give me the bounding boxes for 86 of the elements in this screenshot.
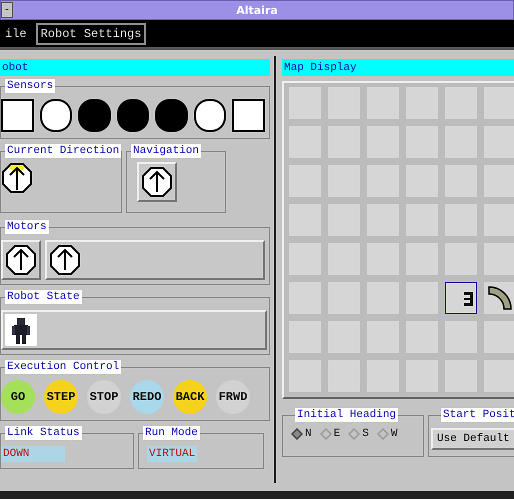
map-cell [445, 165, 477, 197]
map-cell [445, 360, 477, 392]
map-cell [484, 243, 514, 275]
group-label: Execution Control [5, 360, 122, 374]
map-cell [445, 321, 477, 353]
execution-button[interactable]: REDO [130, 380, 164, 414]
map-cell [328, 321, 360, 353]
group-label: Motors [5, 220, 49, 234]
menu-item[interactable]: ile [0, 22, 32, 44]
panel-header: obot [0, 59, 270, 76]
map-cell [367, 243, 399, 275]
map-cell [406, 243, 438, 275]
radio-icon [291, 428, 303, 440]
map-cell [445, 126, 477, 158]
map-cell [406, 126, 438, 158]
group-label: Link Status [5, 426, 82, 440]
window-menu-button[interactable]: - [1, 2, 13, 18]
compass-icon [1, 162, 33, 194]
map-cell [484, 321, 514, 353]
window-title: Altaira [236, 4, 278, 16]
menu-item[interactable]: Robot Settings [36, 22, 146, 44]
up-arrow-icon [5, 244, 37, 276]
map-cell [445, 243, 477, 275]
map-cell [328, 243, 360, 275]
link-status-value: DOWN [1, 446, 65, 462]
radio-icon [348, 428, 360, 440]
group-label: Run Mode [143, 426, 200, 440]
map-cell [328, 360, 360, 392]
execution-button[interactable]: STEP [44, 380, 78, 414]
map-cell [328, 87, 360, 119]
group-label: Sensors [5, 79, 56, 93]
map-cell [367, 87, 399, 119]
map-cell [328, 282, 360, 314]
heading-radio[interactable]: W [376, 428, 398, 440]
execution-button[interactable]: BACK [173, 380, 207, 414]
map-cell [328, 165, 360, 197]
motor-button[interactable] [45, 240, 265, 280]
map-cell [367, 126, 399, 158]
execution-button[interactable]: FRWD [216, 380, 250, 414]
map-cell [484, 204, 514, 236]
map-cell [406, 282, 438, 314]
map-cell [289, 126, 321, 158]
map-cell [406, 165, 438, 197]
map-cell [289, 87, 321, 119]
group-label: Navigation [131, 144, 202, 158]
radio-icon [320, 428, 332, 440]
group-label: Initial Heading [295, 408, 398, 422]
group-label: Current Direction [5, 144, 122, 158]
map-cell [445, 87, 477, 119]
motor-button[interactable] [1, 240, 41, 280]
map-cell [484, 126, 514, 158]
use-default-button[interactable]: Use Default [431, 428, 514, 450]
up-arrow-icon [49, 244, 81, 276]
map-cell [367, 282, 399, 314]
map-cell [289, 243, 321, 275]
sensor-icon [464, 292, 473, 306]
map-cell [445, 204, 477, 236]
map-cell [484, 360, 514, 392]
heading-radio[interactable]: N [291, 428, 312, 440]
map-cell [289, 360, 321, 392]
heading-radio[interactable]: S [348, 428, 369, 440]
map-cell [406, 87, 438, 119]
map-cell [367, 360, 399, 392]
map-cell [406, 204, 438, 236]
map-cell [406, 321, 438, 353]
map-cell [367, 321, 399, 353]
map-cell [367, 204, 399, 236]
map-cell [328, 126, 360, 158]
map-cell [289, 204, 321, 236]
map-cell [484, 165, 514, 197]
map-cell [406, 360, 438, 392]
map-cell [289, 321, 321, 353]
map-cell [367, 165, 399, 197]
heading-radio[interactable]: E [320, 428, 340, 440]
navigation-button[interactable] [137, 162, 177, 202]
up-arrow-icon [141, 166, 173, 198]
execution-button[interactable]: STOP [87, 380, 121, 414]
map-cell [484, 87, 514, 119]
execution-button[interactable]: GO [1, 380, 35, 414]
map-cell [328, 204, 360, 236]
radio-icon [376, 428, 389, 440]
map-cell [289, 282, 321, 314]
map-cell [289, 165, 321, 197]
panel-header: Map Display [282, 59, 514, 76]
run-mode-value: VIRTUAL [147, 446, 198, 462]
group-label: Robot State [5, 290, 82, 304]
